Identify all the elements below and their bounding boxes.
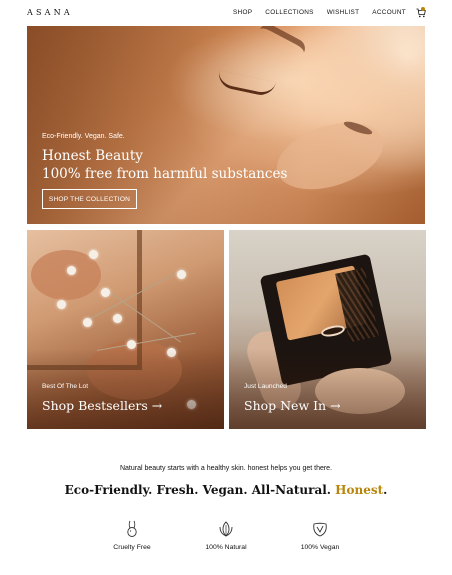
tile-image-flower: [83, 318, 92, 327]
feature-vegan: 100% Vegan: [270, 520, 370, 551]
headline-end: .: [383, 483, 388, 497]
nav-account[interactable]: ACCOUNT: [372, 9, 406, 16]
headline-accent: Honest: [335, 483, 384, 497]
headline-main: Eco-Friendly. Fresh. Vegan. All-Natural.: [64, 483, 336, 497]
intro-lead: Natural beauty starts with a healthy ski…: [119, 465, 333, 472]
rabbit-icon: [127, 520, 137, 537]
main-nav: SHOP COLLECTIONS WISHLIST ACCOUNT: [220, 9, 406, 16]
feature-cruelty-free: Cruelty Free: [82, 520, 182, 551]
hero-title-line1: Honest Beauty: [42, 148, 143, 164]
hero-title: Honest Beauty 100% free from harmful sub…: [42, 147, 287, 183]
nav-wishlist[interactable]: WISHLIST: [327, 9, 360, 16]
brand-logo[interactable]: ASANA: [27, 8, 73, 17]
bestsellers-link[interactable]: Shop Bestsellers →: [42, 398, 162, 413]
vegan-leaf-icon: [313, 522, 327, 537]
bestsellers-tile[interactable]: Best Of The Lot Shop Bestsellers →: [27, 230, 224, 429]
hero-banner: Eco-Friendly. Vegan. Safe. Honest Beauty…: [27, 26, 425, 224]
tile-image-flower: [127, 340, 136, 349]
site-header: ASANA SHOP COLLECTIONS WISHLIST ACCOUNT: [0, 0, 452, 26]
new-in-kicker: Just Launched: [244, 383, 287, 390]
new-in-link[interactable]: Shop New In →: [244, 398, 341, 413]
features-row: Cruelty Free 100% Natural 100% Vegan: [0, 520, 452, 560]
nav-collections[interactable]: COLLECTIONS: [265, 9, 313, 16]
bestsellers-kicker: Best Of The Lot: [42, 383, 89, 390]
feature-label: 100% Vegan: [300, 544, 340, 551]
tile-image-flower: [101, 288, 110, 297]
cart-badge: [421, 7, 425, 11]
hero-title-line2: 100% free from harmful substances: [42, 166, 288, 182]
leaf-icon: [219, 521, 233, 537]
hero-tagline: Eco-Friendly. Vegan. Safe.: [42, 133, 125, 140]
nav-shop[interactable]: SHOP: [233, 9, 252, 16]
tile-image-flower: [57, 300, 66, 309]
intro-headline: Eco-Friendly. Fresh. Vegan. All-Natural.…: [0, 483, 452, 497]
tile-image-flower: [67, 266, 76, 275]
feature-natural: 100% Natural: [176, 520, 276, 551]
tile-image-flower: [113, 314, 122, 323]
tile-image-flower: [177, 270, 186, 279]
tile-image-flower: [89, 250, 98, 259]
new-in-tile[interactable]: Just Launched Shop New In →: [229, 230, 426, 429]
feature-label: Cruelty Free: [113, 544, 151, 551]
shop-collection-button[interactable]: SHOP THE COLLECTION: [42, 189, 137, 209]
feature-label: 100% Natural: [205, 544, 247, 551]
